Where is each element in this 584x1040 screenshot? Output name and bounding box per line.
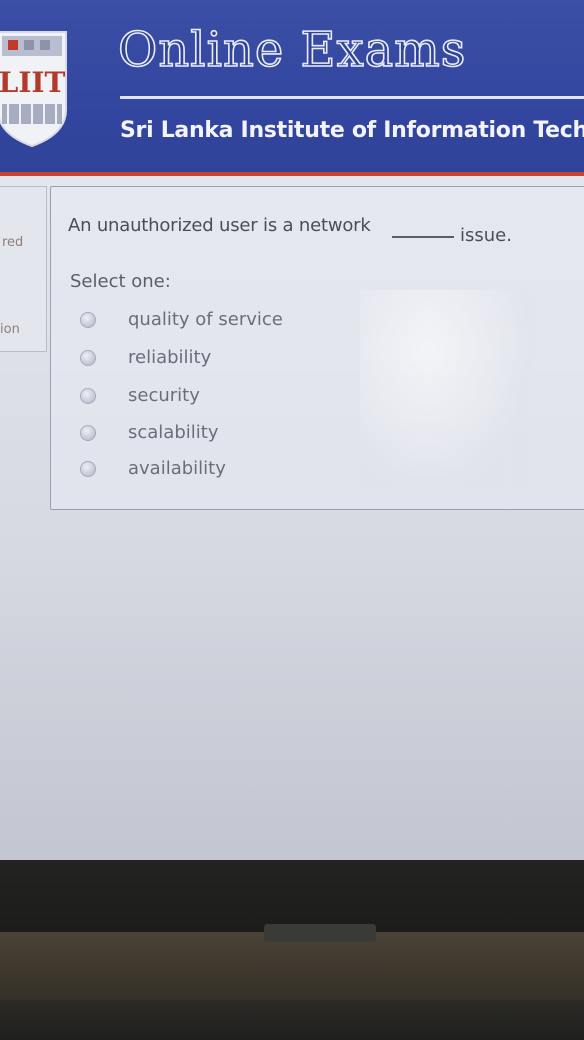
answer-label[interactable]: availability xyxy=(128,458,226,479)
laptop-screen: LIIT Online Exams Sri Lanka Institute of… xyxy=(0,0,584,860)
info-flag-text: ion xyxy=(0,322,20,337)
site-title: Online Exams xyxy=(117,21,467,79)
answer-option[interactable]: availability xyxy=(78,458,318,484)
answer-label[interactable]: reliability xyxy=(128,347,211,368)
radio-button[interactable] xyxy=(80,312,96,328)
svg-text:LIIT: LIIT xyxy=(0,66,66,99)
institute-name: Sri Lanka Institute of Information Tech xyxy=(120,118,584,143)
answer-label[interactable]: security xyxy=(128,385,200,406)
radio-button[interactable] xyxy=(80,425,96,441)
answer-option[interactable]: scalability xyxy=(78,422,318,448)
answer-label[interactable]: scalability xyxy=(128,422,218,443)
keyboard-edge xyxy=(0,1000,584,1040)
radio-button[interactable] xyxy=(80,350,96,366)
question-blank xyxy=(392,236,454,238)
question-text: An unauthorized user is a network xyxy=(68,215,371,236)
laptop-hinge xyxy=(264,924,376,942)
radio-button[interactable] xyxy=(80,461,96,477)
radio-button[interactable] xyxy=(80,388,96,404)
select-one-label: Select one: xyxy=(70,271,171,292)
answer-option[interactable]: security xyxy=(78,385,318,411)
answer-option[interactable]: quality of service xyxy=(78,309,318,335)
question-text-end: issue. xyxy=(460,225,512,246)
site-header: LIIT Online Exams Sri Lanka Institute of… xyxy=(0,0,584,176)
institute-logo: LIIT xyxy=(0,31,67,148)
answer-option[interactable]: reliability xyxy=(78,347,318,373)
screen-reflection xyxy=(0,560,584,860)
info-status-text: red xyxy=(2,235,24,250)
screen-bezel xyxy=(0,860,584,932)
answer-label[interactable]: quality of service xyxy=(128,309,283,330)
title-divider xyxy=(120,96,584,99)
